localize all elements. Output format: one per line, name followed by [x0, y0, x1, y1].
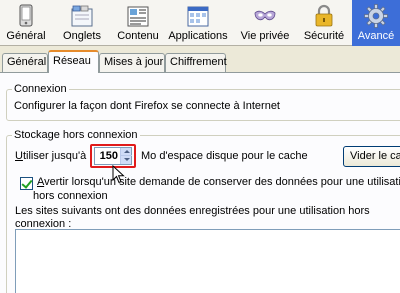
cache-limit-label: Utiliser jusqu'à	[15, 150, 86, 162]
clear-cache-button-label: Vider le cache	[350, 150, 400, 162]
general-icon	[14, 4, 38, 28]
toolbar-applications-label: Applications	[168, 30, 228, 42]
toolbar-content-label: Contenu	[117, 30, 159, 42]
applications-icon	[186, 4, 210, 28]
offline-sites-list[interactable]	[15, 229, 400, 293]
cache-limit-accesskey: U	[15, 150, 23, 162]
offline-sites-label-line1: Les sites suivants ont des données enreg…	[15, 205, 370, 217]
toolbar-content-button[interactable]: Contenu	[111, 0, 165, 46]
toolbar-security-label: Sécurité	[303, 30, 345, 42]
preferences-toolbar: Général Onglets Contenu Applications Vie…	[0, 0, 400, 46]
toolbar-advanced-label: Avancé	[357, 30, 395, 42]
tab-general[interactable]: Général	[2, 53, 48, 72]
content-icon	[126, 4, 150, 28]
privacy-mask-icon	[253, 4, 277, 28]
tabs-icon	[70, 4, 94, 28]
toolbar-tabs-button[interactable]: Onglets	[54, 0, 110, 46]
toolbar-general-label: Général	[6, 30, 46, 42]
toolbar-privacy-label: Vie privée	[240, 30, 290, 42]
connection-group-title: Connexion	[12, 83, 69, 95]
toolbar-tabs-label: Onglets	[63, 30, 101, 42]
toolbar-privacy-button[interactable]: Vie privée	[234, 0, 296, 46]
offline-storage-title: Stockage hors connexion	[12, 129, 140, 141]
connection-group: Connexion Configurer la façon dont Firef…	[6, 83, 400, 121]
network-tab-panel: Connexion Configurer la façon dont Firef…	[0, 72, 400, 293]
tab-network-label: Réseau	[53, 55, 91, 67]
tab-encryption-label: Chiffrement	[170, 56, 227, 68]
warn-offline-label-text1: vertir lorsqu'un site demande de conserv…	[44, 176, 400, 188]
toolbar-advanced-button[interactable]: Avancé	[352, 0, 400, 46]
advanced-tabs: Général Réseau Mises à jour Chiffrement	[0, 50, 400, 73]
tab-updates-label: Mises à jour	[104, 56, 164, 68]
tab-updates[interactable]: Mises à jour	[99, 53, 165, 72]
toolbar-security-button[interactable]: Sécurité	[298, 0, 350, 46]
mouse-pointer-icon	[112, 164, 126, 185]
padlock-icon	[312, 4, 336, 28]
tab-network[interactable]: Réseau	[48, 50, 99, 73]
toolbar-applications-button[interactable]: Applications	[166, 0, 230, 46]
warn-offline-checkbox[interactable]	[20, 177, 33, 190]
clear-cache-button[interactable]: Vider le cache	[343, 146, 400, 167]
connection-description: Configurer la façon dont Firefox se conn…	[14, 100, 280, 112]
cache-limit-label-rest: tiliser jusqu'à	[22, 150, 87, 162]
cache-size-unit-label: Mo d'espace disque pour le cache	[141, 150, 308, 162]
toolbar-general-button[interactable]: Général	[0, 0, 52, 46]
tab-encryption[interactable]: Chiffrement	[165, 53, 227, 72]
gear-icon	[364, 4, 388, 28]
warn-offline-label-line2: hors connexion	[33, 190, 108, 202]
tab-general-label: Général	[7, 56, 47, 68]
warn-offline-label-line1: Avertir lorsqu'un site demande de conser…	[37, 176, 400, 188]
